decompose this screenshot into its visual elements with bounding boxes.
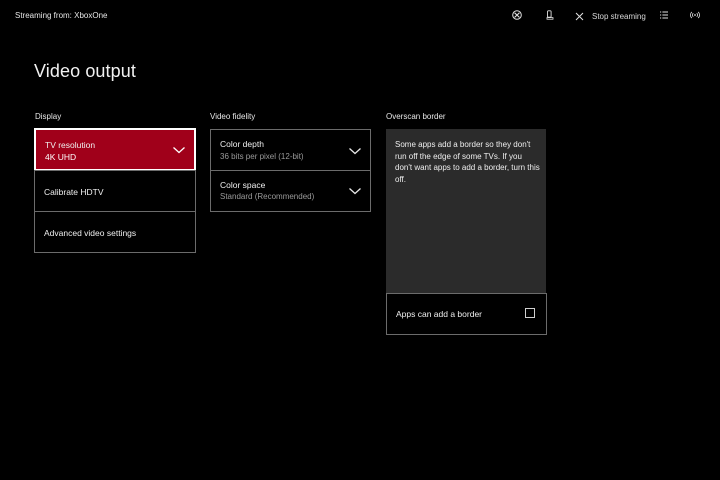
menu-list-icon[interactable]	[659, 10, 669, 20]
tv-resolution-value: 4K UHD	[45, 152, 77, 162]
apps-border-checkbox[interactable]	[525, 308, 535, 318]
advanced-video-settings-label: Advanced video settings	[44, 228, 137, 238]
color-depth-value: 36 bits per pixel (12-bit)	[220, 152, 304, 161]
stop-streaming-label: Stop streaming	[592, 11, 646, 21]
xbox-icon[interactable]	[512, 10, 522, 20]
advanced-video-settings-tile[interactable]: Advanced video settings	[34, 211, 196, 253]
close-icon	[574, 11, 584, 21]
tv-resolution-tile[interactable]: TV resolution 4K UHD	[34, 128, 196, 171]
color-space-label: Color space	[220, 180, 266, 190]
broadcast-icon[interactable]	[690, 10, 700, 20]
tv-resolution-label: TV resolution	[45, 140, 96, 150]
overscan-border-header: Overscan border	[386, 112, 446, 121]
chevron-down-icon	[349, 148, 361, 155]
display-header: Display	[35, 112, 62, 121]
calibrate-hdtv-label: Calibrate HDTV	[44, 187, 104, 197]
apps-border-label: Apps can add a border	[396, 309, 483, 319]
overscan-description: Some apps add a border so they don't run…	[395, 140, 540, 184]
stop-streaming-button[interactable]: Stop streaming	[574, 9, 646, 23]
chevron-down-icon	[349, 188, 361, 195]
page-title: Video output	[34, 61, 136, 81]
streaming-source-label: Streaming from: XboxOne	[15, 11, 108, 20]
remote-icon[interactable]	[545, 10, 555, 20]
color-space-value: Standard (Recommended)	[220, 192, 315, 201]
color-depth-label: Color depth	[220, 139, 264, 149]
color-space-tile[interactable]: Color space Standard (Recommended)	[210, 170, 371, 212]
chevron-down-icon	[173, 147, 185, 154]
overscan-info-panel: Some apps add a border so they don't run…	[386, 129, 546, 293]
apps-border-checkbox-row[interactable]: Apps can add a border	[386, 293, 547, 335]
color-depth-tile[interactable]: Color depth 36 bits per pixel (12-bit)	[210, 129, 371, 171]
video-fidelity-header: Video fidelity	[210, 112, 256, 121]
calibrate-hdtv-tile[interactable]: Calibrate HDTV	[34, 170, 196, 212]
top-bar: Streaming from: XboxOne Stop streaming	[0, 0, 720, 32]
